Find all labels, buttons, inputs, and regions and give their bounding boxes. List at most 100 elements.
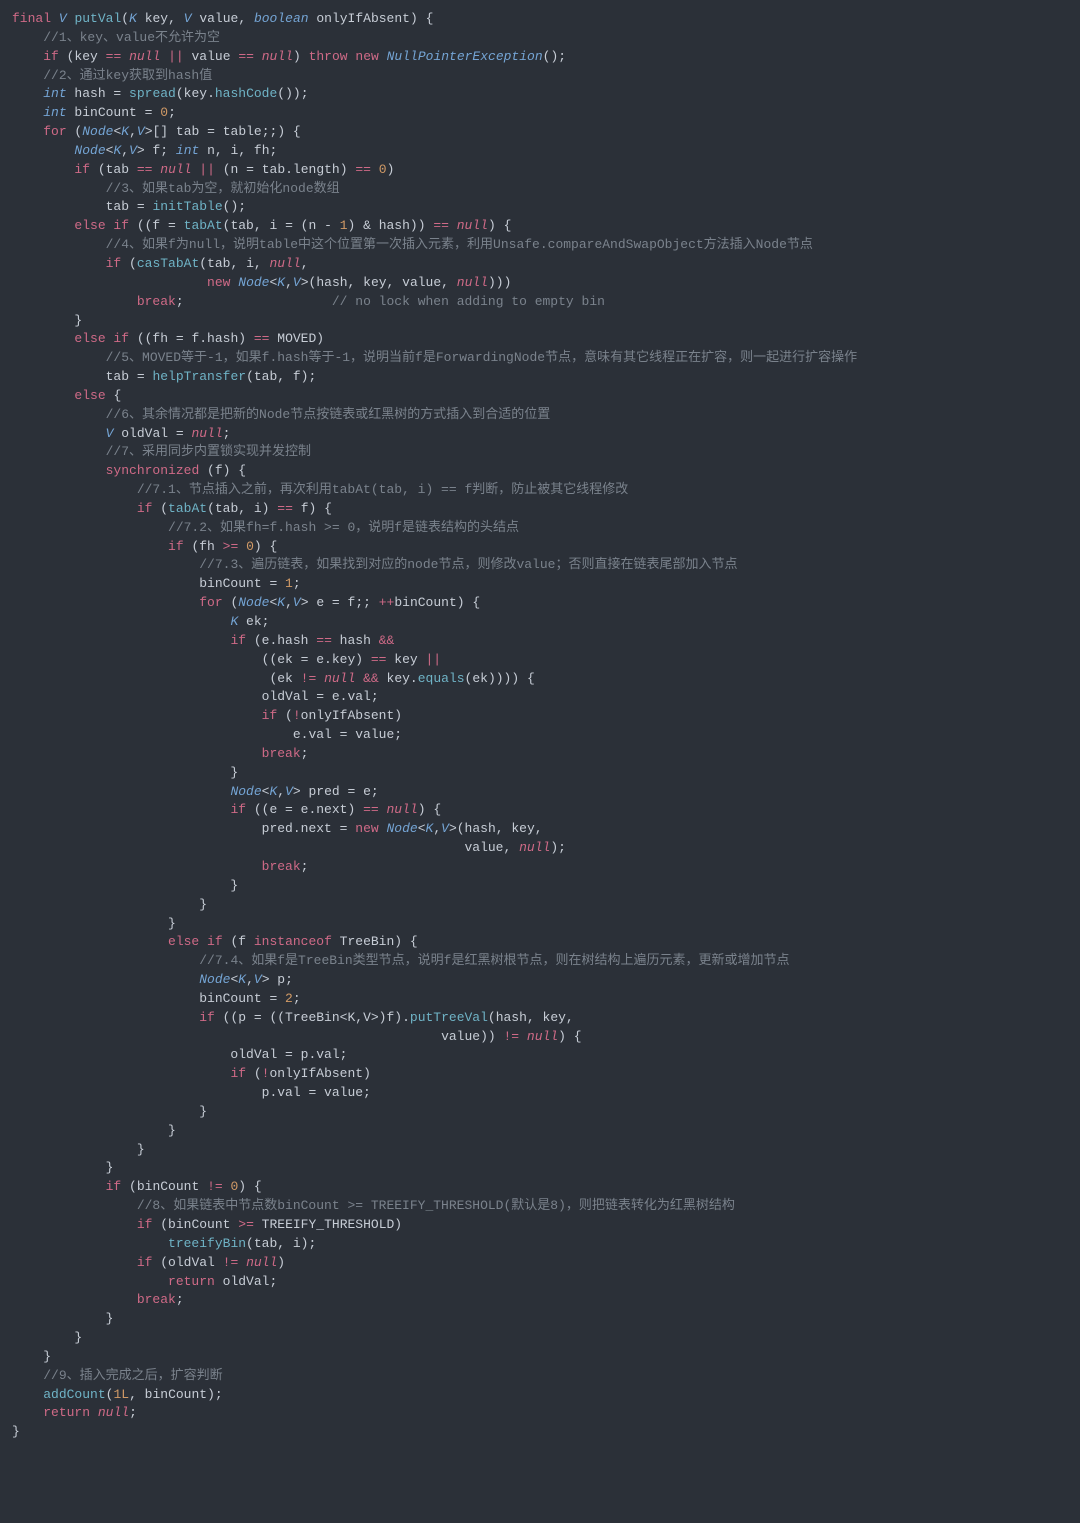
code-line: } [12,765,238,780]
token-p [379,802,387,817]
token-kw: if [43,49,59,64]
token-kw: if [199,1010,215,1025]
token-op: ++ [379,595,395,610]
token-p: ((p = ((TreeBin<K,V>)f). [215,1010,410,1025]
code-line: final V putVal(K key, V value, boolean o… [12,11,433,26]
code-line: //5、MOVED等于-1，如果f.hash等于-1，说明当前f是Forward… [12,350,857,365]
token-nul: null [387,802,418,817]
token-ty: V [59,11,67,26]
token-p [12,86,43,101]
token-op: && [363,671,379,686]
token-p [12,595,199,610]
token-fn: putVal [74,11,121,26]
code-line: K ek; [12,614,269,629]
token-cm: //3、如果tab为空，就初始化node数组 [106,181,340,196]
token-kw: for [43,124,66,139]
token-kw: for [199,595,222,610]
token-p [12,539,168,554]
token-p: < [418,821,426,836]
token-p: } [12,1311,113,1326]
token-p [12,331,74,346]
token-ty: Node [82,124,113,139]
token-kw: else if [168,934,223,949]
token-p: , [301,256,309,271]
token-op: == [254,331,270,346]
token-p: >[] tab = table;;) { [145,124,301,139]
token-op: != [301,671,317,686]
token-p [12,463,106,478]
token-ty: int [43,86,66,101]
token-ty: K [277,275,285,290]
token-p [12,1405,43,1420]
token-op: || [199,162,215,177]
token-p [12,784,230,799]
token-p [316,671,324,686]
token-kw: else if [74,331,129,346]
code-line: if (oldVal != null) [12,1255,285,1270]
token-ty: Node [386,821,417,836]
code-line: //1、key、value不允许为空 [12,30,220,45]
token-p: key, [137,11,184,26]
token-p: , [277,784,285,799]
token-fn: putTreeVal [410,1010,488,1025]
code-line: addCount(1L, binCount); [12,1387,223,1402]
code-line: //3、如果tab为空，就初始化node数组 [12,181,340,196]
token-nul: null [457,275,488,290]
token-kw: break [262,859,301,874]
token-p: ((f = [129,218,184,233]
token-ty: V [129,143,137,158]
code-line: (ek != null && key.equals(ek)))) { [12,671,535,686]
code-line: else if (f instanceof TreeBin) { [12,934,418,949]
token-p: ) { [488,218,511,233]
token-p: ) { [254,539,277,554]
token-kw: break [262,746,301,761]
code-line: e.val = value; [12,727,402,742]
token-p [254,49,262,64]
token-p: (n = tab.length) [215,162,355,177]
token-fn: spread [129,86,176,101]
token-nul: null [160,162,191,177]
code-line: tab = helpTransfer(tab, f); [12,369,316,384]
token-p: (tab, i, [199,256,269,271]
code-line: } [12,1104,207,1119]
token-cm: //4、如果f为null，说明table中这个位置第一次插入元素，利用Unsaf… [106,237,813,252]
token-p [12,1368,43,1383]
token-p: (binCount [121,1179,207,1194]
token-p: key [386,652,425,667]
token-p: (f) { [199,463,246,478]
token-p [12,802,230,817]
token-p [12,501,137,516]
token-p: tab = [12,199,152,214]
token-p: ((fh = f.hash) [129,331,254,346]
token-num: 1L [113,1387,129,1402]
code-line: } [12,1311,113,1326]
token-p: ; [293,991,301,1006]
code-line: //7.2、如果fh=f.hash >= 0，说明f是链表结构的头结点 [12,520,519,535]
code-line: if (!onlyIfAbsent) [12,708,402,723]
token-p: } [12,1123,176,1138]
token-num: 0 [379,162,387,177]
token-p [12,105,43,120]
token-p: ; [176,1292,184,1307]
token-p [12,426,106,441]
code-line: //6、其余情况都是把新的Node节点按链表或红黑树的方式插入到合适的位置 [12,407,550,422]
code-line: if (casTabAt(tab, i, null, [12,256,309,271]
token-p: hash = [67,86,129,101]
token-p: } [12,765,238,780]
token-kw: return [168,1274,215,1289]
token-p: n, i, fh; [199,143,277,158]
token-p [12,557,199,572]
token-p [12,1179,106,1194]
code-line: Node<K,V> p; [12,972,293,987]
code-block: final V putVal(K key, V value, boolean o… [12,10,1068,1442]
code-line: return null; [12,1405,137,1420]
token-p [12,294,137,309]
token-p [238,539,246,554]
token-p: value, [12,840,519,855]
token-nul: null [191,426,222,441]
token-p [12,444,106,459]
token-ty: V [137,124,145,139]
code-line: new Node<K,V>(hash, key, value, null))) [12,275,511,290]
code-line: int binCount = 0; [12,105,176,120]
token-p [519,1029,527,1044]
